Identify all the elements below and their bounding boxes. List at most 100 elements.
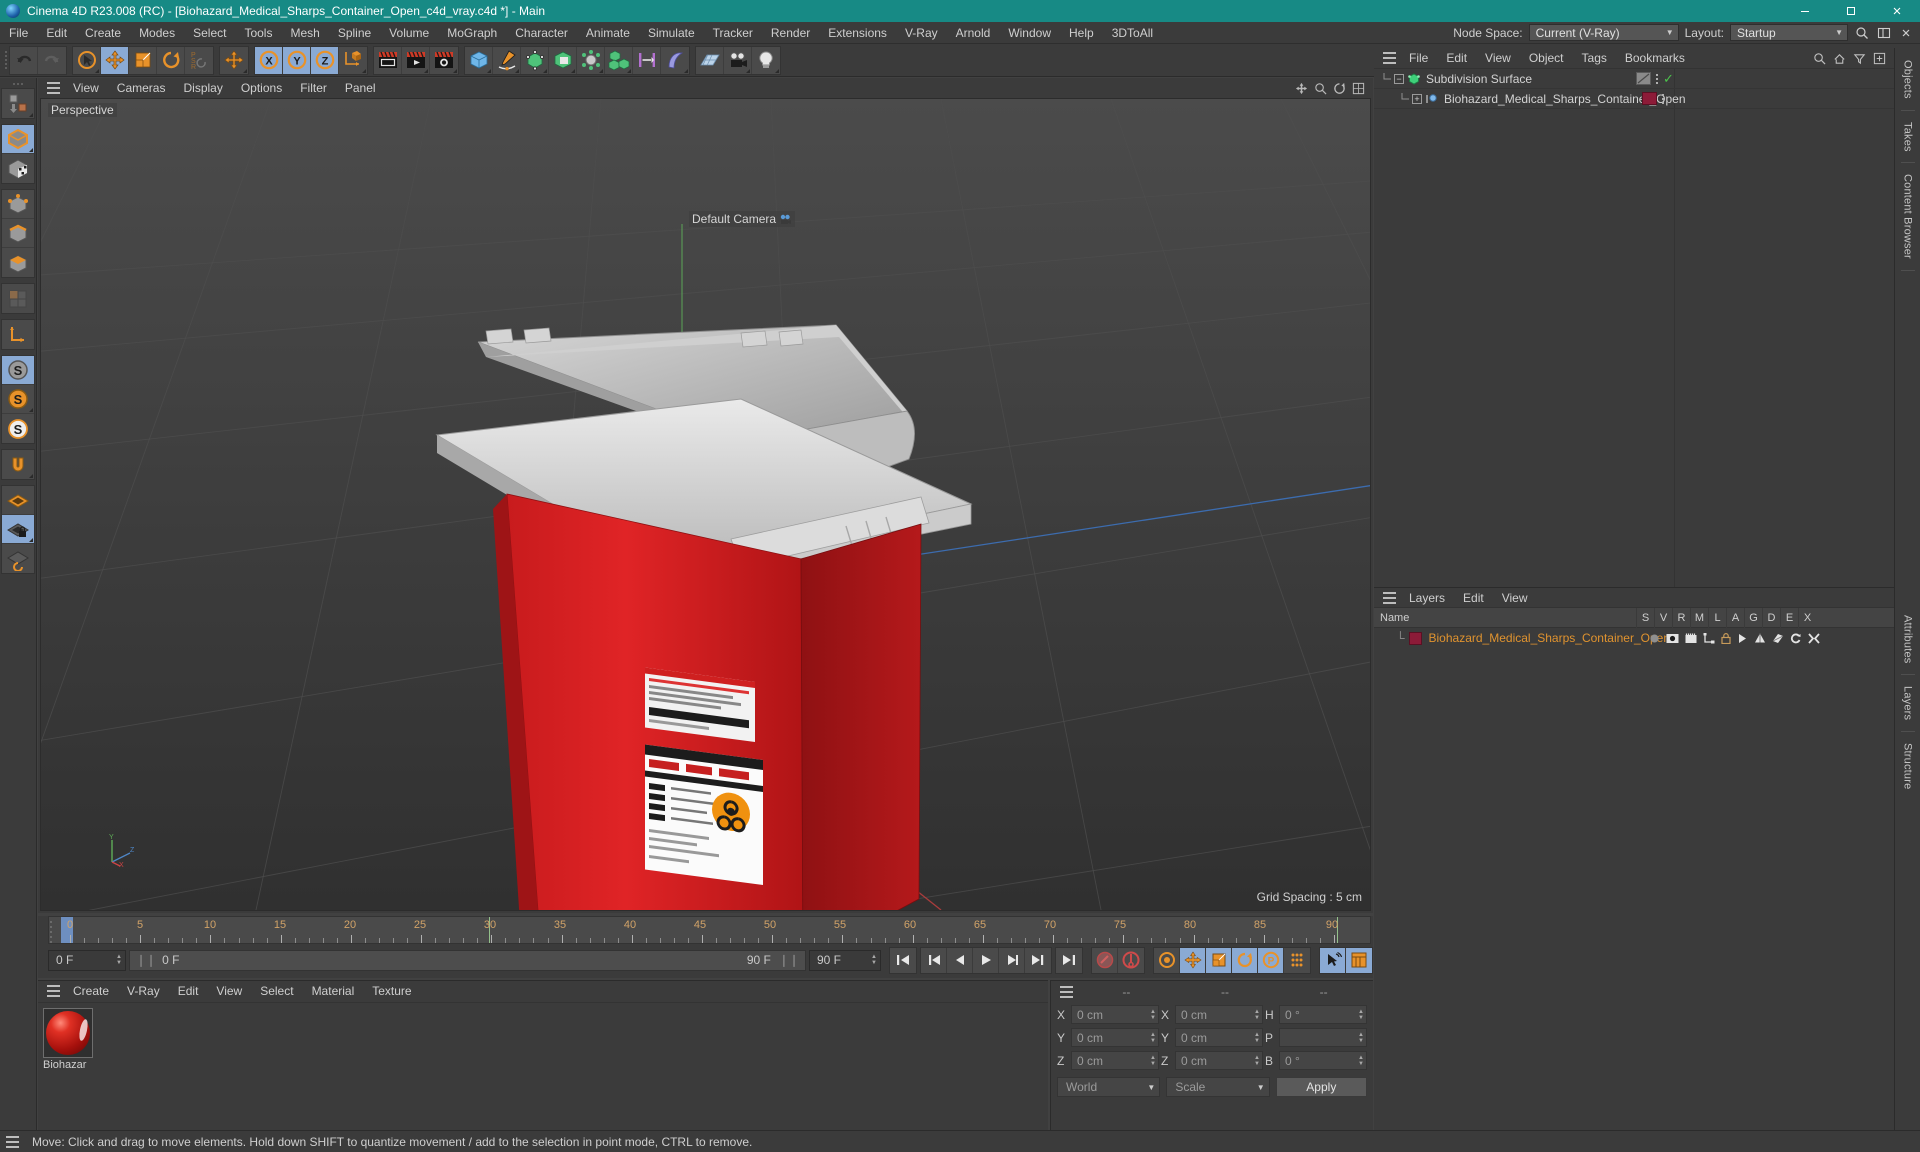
- move-world-button[interactable]: [220, 47, 248, 74]
- manager-icon[interactable]: [1703, 632, 1715, 644]
- object-menu-bookmarks[interactable]: Bookmarks: [1616, 48, 1694, 68]
- viewport-menu-panel[interactable]: Panel: [336, 78, 385, 98]
- layers-menu-edit[interactable]: Edit: [1454, 588, 1493, 608]
- menu-help[interactable]: Help: [1060, 22, 1103, 44]
- edges-mode-button[interactable]: [2, 219, 34, 248]
- menu-modes[interactable]: Modes: [130, 22, 184, 44]
- spinner-icon[interactable]: ▲ ▼: [1150, 1009, 1156, 1021]
- move-tool-button[interactable]: [101, 46, 129, 74]
- animation-mode-button[interactable]: [1320, 947, 1346, 973]
- floor-object-button[interactable]: [696, 46, 724, 74]
- lock-icon[interactable]: [1720, 632, 1731, 644]
- current-frame-field[interactable]: 0 F ▲ ▼: [48, 949, 126, 971]
- layer-column-l[interactable]: L: [1708, 607, 1726, 628]
- layer-column-g[interactable]: G: [1744, 607, 1762, 628]
- go-to-end-button[interactable]: [1056, 947, 1082, 973]
- object-menu-edit[interactable]: Edit: [1437, 48, 1476, 68]
- coord-field-pos-z[interactable]: 0 cm ▲ ▼: [1071, 1051, 1159, 1070]
- menu-tools[interactable]: Tools: [235, 22, 281, 44]
- coord-field-size-x[interactable]: 0 cm ▲ ▼: [1175, 1005, 1263, 1024]
- object-manager-tree[interactable]: − Subdivision Surface ✓ + Biohazard_Medi…: [1374, 69, 1894, 587]
- pen-spline-button[interactable]: [493, 46, 521, 74]
- viewport-3d-canvas[interactable]: Perspective Default Camera Grid Spacing …: [40, 98, 1371, 911]
- coord-field-size-z[interactable]: 0 cm ▲ ▼: [1175, 1051, 1263, 1070]
- material-menu-texture[interactable]: Texture: [363, 981, 420, 1001]
- render-icon[interactable]: [1685, 633, 1697, 644]
- viewport-zoom-icon[interactable]: [1314, 82, 1327, 95]
- spinner-icon[interactable]: ▲ ▼: [1254, 1009, 1260, 1021]
- axis-y-button[interactable]: Y: [283, 46, 311, 74]
- layer-column-v[interactable]: V: [1654, 607, 1672, 628]
- subdivision-surface-button[interactable]: [521, 46, 549, 74]
- object-menu-file[interactable]: File: [1400, 48, 1437, 68]
- step-forward-frame-button[interactable]: [999, 947, 1025, 973]
- menu-extensions[interactable]: Extensions: [819, 22, 896, 44]
- object-manager-menu-icon[interactable]: [1378, 48, 1400, 68]
- autokeying-button[interactable]: [1118, 947, 1144, 973]
- material-menu-create[interactable]: Create: [64, 981, 118, 1001]
- render-settings-button[interactable]: [430, 47, 458, 74]
- polygons-mode-button[interactable]: [2, 248, 34, 277]
- scale-key-button[interactable]: [1206, 947, 1232, 973]
- filter-icon[interactable]: [1853, 52, 1866, 65]
- magnet-button[interactable]: [2, 450, 34, 479]
- material-tag-icon[interactable]: [1642, 92, 1657, 105]
- enable-snap-button[interactable]: S: [2, 356, 34, 385]
- spinner-icon[interactable]: ▲ ▼: [1358, 1009, 1364, 1021]
- generator-object-button[interactable]: [549, 46, 577, 74]
- rewind-keyframe-button[interactable]: [921, 947, 947, 973]
- snap-settings-button[interactable]: S: [2, 385, 34, 414]
- redo-button[interactable]: [38, 47, 66, 74]
- grid-lock-button[interactable]: [2, 515, 34, 544]
- menu-window[interactable]: Window: [999, 22, 1060, 44]
- search-icon[interactable]: [1854, 25, 1870, 41]
- material-thumbnail[interactable]: [43, 1008, 93, 1058]
- dock-tab-layers[interactable]: Layers: [1898, 678, 1918, 728]
- add-panel-icon[interactable]: [1873, 52, 1886, 65]
- xpresso-icon[interactable]: [1807, 632, 1820, 644]
- generator-icon[interactable]: [1754, 633, 1766, 644]
- points-mode-button[interactable]: [2, 190, 34, 219]
- light-object-button[interactable]: [752, 47, 780, 74]
- timeline-ruler[interactable]: 0 5 10 15 20 25 30 35 40 45 50 55 60 65 …: [48, 916, 1371, 944]
- material-menu-select[interactable]: Select: [251, 981, 302, 1001]
- texture-mode-button[interactable]: [2, 154, 34, 183]
- record-active-objects-button[interactable]: [1092, 947, 1118, 973]
- menu-spline[interactable]: Spline: [329, 22, 380, 44]
- rotation-key-button[interactable]: [1232, 947, 1258, 973]
- point-level-animation-button[interactable]: [1284, 947, 1310, 973]
- spinner-icon[interactable]: ▲ ▼: [1358, 1055, 1364, 1067]
- layer-column-s[interactable]: S: [1636, 607, 1654, 628]
- go-to-start-button[interactable]: [890, 947, 916, 973]
- scale-tool-button[interactable]: [129, 46, 157, 74]
- menu-3dtoall[interactable]: 3DToAll: [1103, 22, 1162, 44]
- spline-deform-button[interactable]: [661, 47, 689, 74]
- dock-tab-structure[interactable]: Structure: [1898, 735, 1918, 797]
- coord-field-rot-p[interactable]: ▲ ▼: [1279, 1028, 1367, 1047]
- menu-select[interactable]: Select: [184, 22, 235, 44]
- material-menu-vray[interactable]: V-Ray: [118, 981, 169, 1001]
- layer-column-x[interactable]: X: [1798, 607, 1816, 628]
- menu-vray[interactable]: V-Ray: [896, 22, 947, 44]
- spinner-icon[interactable]: ▲ ▼: [1150, 1055, 1156, 1067]
- viewport-menu-display[interactable]: Display: [174, 78, 231, 98]
- menu-tracker[interactable]: Tracker: [704, 22, 762, 44]
- menu-mesh[interactable]: Mesh: [281, 22, 328, 44]
- forward-keyframe-button[interactable]: [1025, 947, 1051, 973]
- coordinate-system-button[interactable]: [339, 47, 367, 74]
- snap-modifier-button[interactable]: S: [2, 414, 34, 443]
- expand-toggle[interactable]: −: [1394, 73, 1404, 84]
- visibility-check-icon[interactable]: ✓: [1663, 72, 1674, 85]
- array-object-button[interactable]: [633, 46, 661, 74]
- layer-column-e[interactable]: E: [1780, 607, 1798, 628]
- coord-field-rot-b[interactable]: 0 ° ▲ ▼: [1279, 1051, 1367, 1070]
- viewport-menu-icon[interactable]: [42, 78, 64, 98]
- spinner-icon[interactable]: ▲ ▼: [1254, 1055, 1260, 1067]
- search-icon[interactable]: [1813, 52, 1826, 65]
- make-editable-button[interactable]: [2, 89, 34, 118]
- viewport-maximize-icon[interactable]: [1352, 82, 1365, 95]
- left-toolbar-grip[interactable]: [6, 80, 30, 88]
- apply-button[interactable]: Apply: [1275, 1077, 1367, 1097]
- material-manager-body[interactable]: Biohazar: [38, 1002, 1048, 1130]
- layout-select[interactable]: Startup ▼: [1730, 24, 1848, 41]
